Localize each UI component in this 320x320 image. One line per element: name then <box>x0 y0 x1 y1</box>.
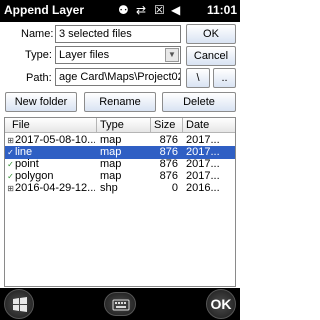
type-select-value: Layer files <box>59 49 110 61</box>
path-field[interactable]: age Card\Maps\Project02 <box>55 68 181 86</box>
keyboard-button[interactable] <box>104 292 136 316</box>
root-path-button[interactable]: \ <box>186 68 210 88</box>
app-title: Append Layer <box>4 3 85 17</box>
rename-button[interactable]: Rename <box>84 92 156 112</box>
column-divider <box>150 118 151 133</box>
name-label: Name: <box>21 28 54 40</box>
cancel-button[interactable]: Cancel <box>186 46 236 66</box>
file-date: 2016... <box>186 182 220 194</box>
new-folder-button[interactable]: New folder <box>5 92 77 112</box>
taskbar-ok-button[interactable]: OK <box>206 289 236 319</box>
type-label: Type: <box>25 49 52 61</box>
file-row[interactable]: ⊞ 2016-04-29-12... shp 0 2016... <box>5 182 235 195</box>
chevron-down-icon[interactable]: ▼ <box>165 48 179 62</box>
column-header-date[interactable]: Date <box>186 119 209 133</box>
title-bar: Append Layer ⚉ ⇄ ☒ ◀ 11:01 <box>0 0 240 22</box>
taskbar: OK <box>0 288 240 320</box>
column-header-file[interactable]: File <box>12 119 30 133</box>
volume-icon[interactable]: ◀ <box>171 3 180 17</box>
clock[interactable]: 11:01 <box>207 3 237 17</box>
file-list[interactable]: File Type Size Date ⊞ 2017-05-08-10... map… <box>4 117 236 287</box>
column-header-size[interactable]: Size <box>154 119 175 133</box>
start-button[interactable] <box>4 289 34 319</box>
keyboard-icon <box>112 299 130 311</box>
gps-icon[interactable]: ⚉ <box>118 3 129 17</box>
delete-button[interactable]: Delete <box>162 92 236 112</box>
parent-folder-button[interactable]: .. <box>213 68 236 88</box>
file-type: shp <box>100 182 118 194</box>
close-signal-icon[interactable]: ☒ <box>154 3 165 17</box>
name-field[interactable]: 3 selected files <box>55 25 181 43</box>
column-divider <box>96 118 97 133</box>
type-select[interactable]: Layer files ▼ <box>55 46 181 64</box>
file-list-header: File Type Size Date <box>5 118 235 133</box>
column-header-type[interactable]: Type <box>100 119 124 133</box>
file-name: 2016-04-29-12... <box>15 182 95 194</box>
sync-arrows-icon[interactable]: ⇄ <box>136 3 146 17</box>
path-label: Path: <box>26 72 52 84</box>
file-size: 0 <box>171 182 178 194</box>
ok-button[interactable]: OK <box>186 24 236 44</box>
folder-icon: ⊞ <box>7 184 14 193</box>
column-divider <box>182 118 183 133</box>
windows-logo-icon <box>13 297 27 312</box>
